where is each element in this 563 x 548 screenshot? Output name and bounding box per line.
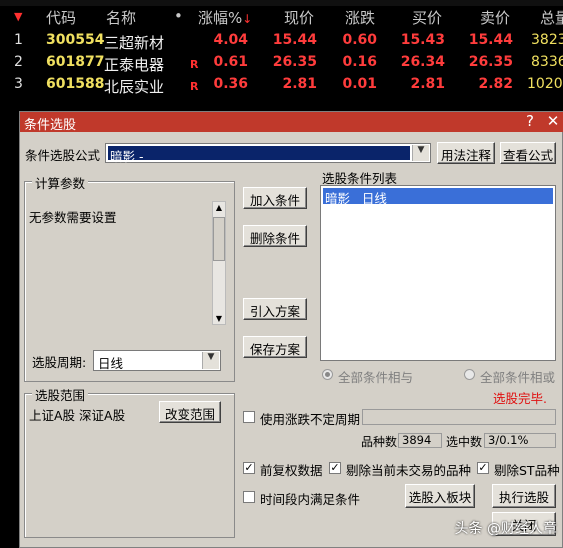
stock-screener-dialog: 条件选股 ? ✕ 条件选股公式 暗影 - ▼ 用法注释 查看公式 计算参数 无参… [19, 111, 563, 548]
dialog-title: 条件选股 [24, 118, 77, 133]
stock-code: 300554 [46, 32, 105, 48]
period-value: 日线 [98, 356, 124, 371]
sort-desc-icon: ↓ [242, 12, 253, 26]
stock-code: 601877 [46, 54, 105, 70]
pct-change: 4.04 [213, 32, 248, 48]
use-period-label: 使用涨跌不定周期 [260, 412, 361, 427]
bid: 26.34 [400, 54, 445, 70]
status-text: 选股完毕. [493, 391, 547, 406]
chevron-down-icon[interactable]: ▼ [202, 352, 219, 369]
execute-button[interactable]: 执行选股 [492, 484, 556, 508]
table-row[interactable]: 3 601588 北辰实业 R 0.36 2.81 0.01 2.81 2.82… [0, 74, 563, 96]
radio-all-and[interactable] [322, 369, 333, 380]
selected-label: 选中数 [446, 435, 483, 449]
save-plan-button[interactable]: 保存方案 [243, 336, 307, 358]
watermark: 头条 @财经人章 [454, 521, 557, 537]
range-text: 上证A股 深证A股 [29, 408, 126, 423]
exclude-untraded-checkbox[interactable]: ✓ [329, 462, 341, 474]
bid: 2.81 [410, 76, 445, 92]
header-dot: • [174, 7, 183, 25]
table-row[interactable]: 2 601877 正泰电器 R 0.61 26.35 0.16 26.34 26… [0, 52, 563, 74]
scroll-down-icon[interactable]: ▼ [213, 314, 225, 323]
volume: 10208 [527, 76, 563, 92]
header-code[interactable]: 代码 [46, 7, 76, 28]
dialog-titlebar[interactable]: 条件选股 ? ✕ [20, 112, 563, 133]
import-plan-button[interactable]: 引入方案 [243, 298, 307, 320]
ask: 26.35 [468, 54, 513, 70]
change: 0.60 [342, 32, 377, 48]
formula-value: 暗影 - [108, 146, 410, 164]
help-icon[interactable]: ? [521, 113, 539, 131]
stock-name: 三超新材 [104, 34, 165, 52]
add-condition-button[interactable]: 加入条件 [243, 187, 307, 209]
exclude-st-checkbox[interactable]: ✓ [477, 462, 489, 474]
adjust-label: 前复权数据 [260, 463, 323, 478]
period-select[interactable]: 日线 ▼ [93, 350, 221, 371]
table-row[interactable]: 1 300554 三超新材 4.04 15.44 0.60 15.43 15.4… [0, 30, 563, 52]
r-flag: R [190, 80, 199, 93]
pct-change: 0.36 [213, 76, 248, 92]
price: 26.35 [272, 54, 317, 70]
grid-menu-icon[interactable]: ▼ [14, 10, 22, 23]
condition-list[interactable]: 暗影 日线 [320, 185, 556, 361]
pct-change: 0.61 [213, 54, 248, 70]
price: 2.81 [282, 76, 317, 92]
radio-all-or[interactable] [464, 369, 475, 380]
header-bid[interactable]: 买价 [412, 7, 442, 28]
selected-value: 3/0.1% [484, 433, 556, 448]
header-pct-label: 涨幅% [198, 9, 243, 27]
period-label: 选股周期: [32, 355, 87, 370]
volume: 8336 [531, 54, 563, 70]
range-group-title: 选股范围 [32, 385, 89, 404]
ask: 15.44 [468, 32, 513, 48]
exclude-untraded-label: 剔除当前未交易的品种 [346, 463, 472, 478]
change: 0.16 [342, 54, 377, 70]
row-number: 2 [14, 54, 23, 70]
time-range-label: 时间段内满足条件 [260, 492, 361, 507]
radio-all-and-label: 全部条件相与 [338, 370, 414, 385]
time-range-checkbox[interactable] [243, 491, 255, 503]
scroll-up-icon[interactable]: ▲ [213, 203, 225, 212]
change-range-button[interactable]: 改变范围 [159, 401, 221, 423]
stock-code: 601588 [46, 76, 105, 92]
row-number: 3 [14, 76, 23, 92]
header-pct[interactable]: 涨幅%↓ [198, 7, 252, 28]
ask: 2.82 [478, 76, 513, 92]
header-vol[interactable]: 总量 [540, 7, 563, 28]
header-change[interactable]: 涨跌 [345, 7, 375, 28]
params-text: 无参数需要设置 [29, 210, 117, 225]
stock-name: 正泰电器 [104, 56, 165, 74]
params-scrollbar[interactable]: ▲ ▼ [212, 201, 226, 325]
radio-all-or-label: 全部条件相或 [480, 370, 556, 385]
volume: 3823 [531, 32, 563, 48]
chevron-down-icon[interactable]: ▼ [412, 145, 429, 161]
params-group-title: 计算参数 [32, 173, 89, 192]
progress-field [362, 409, 556, 425]
change: 0.01 [342, 76, 377, 92]
stock-name: 北辰实业 [104, 78, 165, 96]
row-number: 1 [14, 32, 23, 48]
formula-select[interactable]: 暗影 - ▼ [105, 143, 431, 164]
use-period-checkbox[interactable] [243, 411, 255, 423]
r-flag: R [190, 58, 199, 71]
close-icon[interactable]: ✕ [544, 113, 562, 131]
delete-condition-button[interactable]: 删除条件 [243, 225, 307, 247]
scroll-thumb[interactable] [213, 217, 225, 261]
formula-label: 条件选股公式 [25, 148, 101, 163]
view-formula-button[interactable]: 查看公式 [500, 142, 556, 164]
list-item[interactable]: 暗影 日线 [323, 188, 553, 206]
count-label: 品种数 [361, 435, 398, 449]
header-ask[interactable]: 卖价 [480, 7, 510, 28]
header-price[interactable]: 现价 [284, 7, 314, 28]
header-name[interactable]: 名称 [106, 7, 136, 28]
adjust-checkbox[interactable]: ✓ [243, 462, 255, 474]
price: 15.44 [272, 32, 317, 48]
exclude-st-label: 剔除ST品种 [494, 463, 560, 478]
bid: 15.43 [400, 32, 445, 48]
count-value: 3894 [398, 433, 442, 448]
usage-notes-button[interactable]: 用法注释 [437, 142, 495, 164]
grid-header: ▼ 代码 名称 • 涨幅%↓ 现价 涨跌 买价 卖价 总量 [0, 6, 563, 30]
add-to-block-button[interactable]: 选股入板块 [405, 484, 475, 508]
